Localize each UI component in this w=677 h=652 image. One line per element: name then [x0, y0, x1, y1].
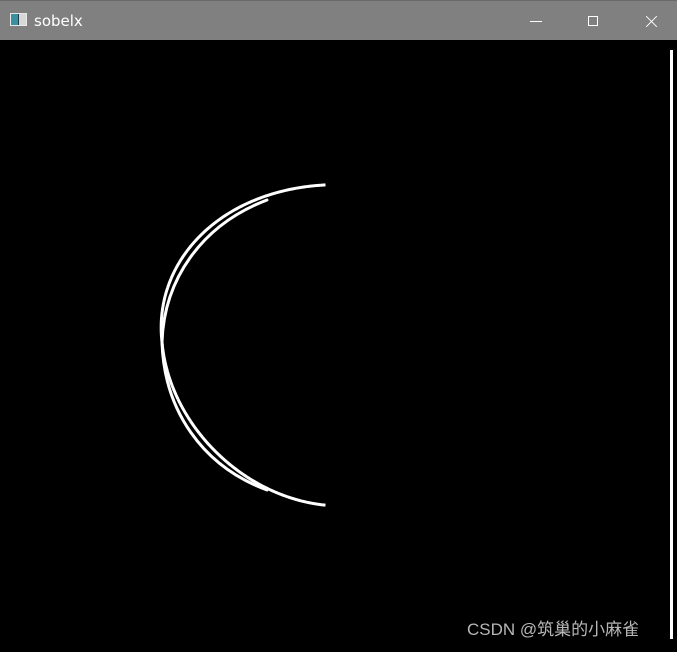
app-icon-right-panel: [19, 14, 26, 25]
image-canvas: CSDN @筑巢的小麻雀: [0, 40, 677, 652]
sobel-edge-solid-curve: [160, 198, 269, 492]
maximize-icon: [588, 16, 598, 26]
close-button[interactable]: [623, 1, 677, 41]
app-icon-left-panel: [11, 14, 18, 25]
title-bar[interactable]: sobelx: [0, 0, 677, 40]
app-icon: [10, 13, 27, 26]
right-edge-line: [670, 50, 673, 639]
maximize-button[interactable]: [565, 1, 623, 41]
watermark-text: CSDN @筑巢的小麻雀: [467, 620, 640, 639]
close-icon: [645, 15, 658, 28]
minimize-icon: [530, 21, 542, 22]
sobel-edge-curve: [159, 183, 326, 507]
sobel-edge-image: [159, 183, 326, 507]
minimize-button[interactable]: [507, 1, 565, 41]
window-title: sobelx: [34, 12, 83, 30]
app-window: sobelx CSDN @筑巢的小麻雀: [0, 0, 677, 652]
